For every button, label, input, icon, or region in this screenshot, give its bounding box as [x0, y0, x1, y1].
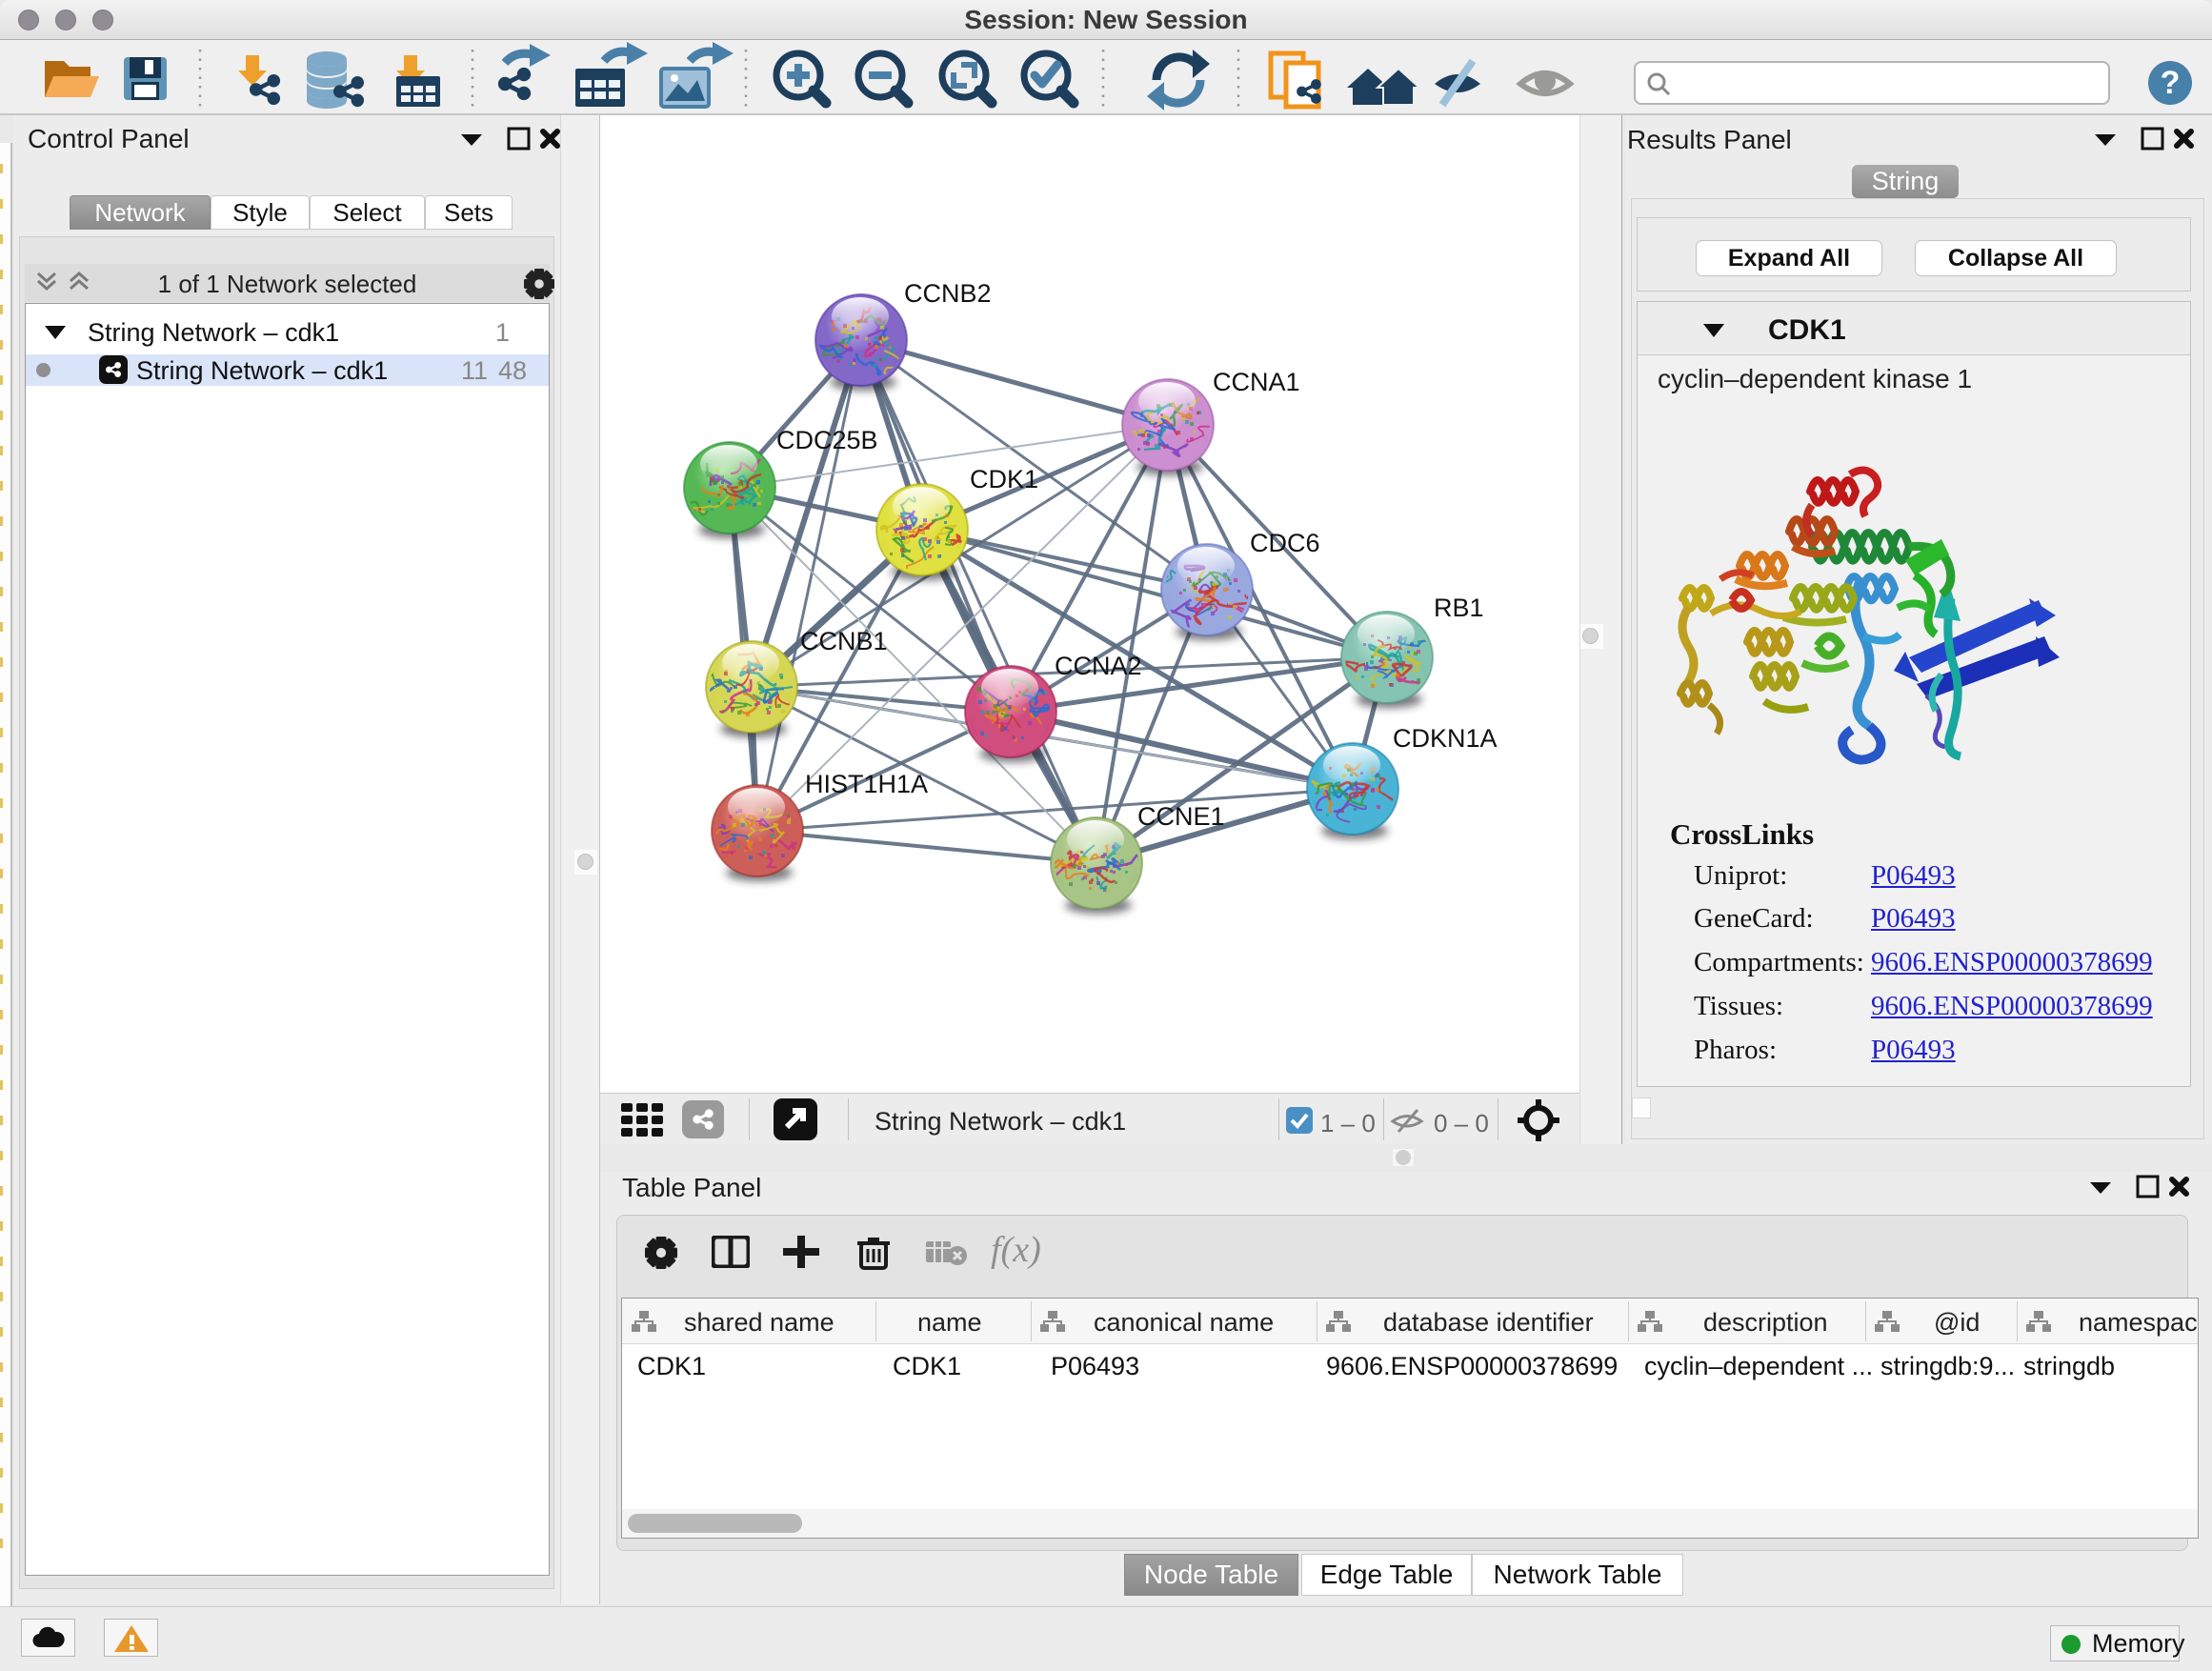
svg-text:CDK1: CDK1: [970, 465, 1038, 493]
svg-text:CCNB1: CCNB1: [800, 627, 888, 655]
svg-text:CCNA1: CCNA1: [1213, 368, 1300, 396]
svg-text:CDC6: CDC6: [1250, 529, 1320, 557]
svg-text:CDC25B: CDC25B: [776, 426, 878, 454]
svg-text:CCNE1: CCNE1: [1137, 802, 1225, 831]
svg-text:CCNB2: CCNB2: [904, 279, 992, 308]
svg-text:HIST1H1A: HIST1H1A: [805, 770, 928, 798]
svg-text:CDKN1A: CDKN1A: [1393, 724, 1498, 753]
svg-text:RB1: RB1: [1434, 594, 1484, 622]
svg-text:CCNA2: CCNA2: [1055, 652, 1142, 680]
